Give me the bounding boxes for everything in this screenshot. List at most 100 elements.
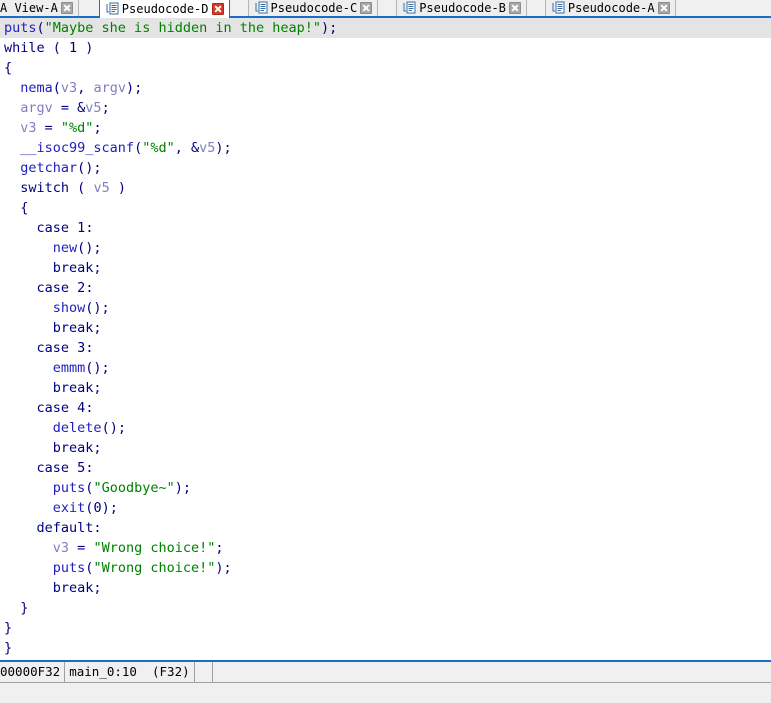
- code-token-pun: [4, 220, 37, 236]
- code-line[interactable]: break;: [0, 258, 771, 278]
- code-token-var: v3: [20, 120, 37, 136]
- code-token-str: "Maybe she is hidden in the heap!": [44, 20, 321, 36]
- code-token-pun: [4, 480, 53, 496]
- code-line[interactable]: v3 = "Wrong choice!";: [0, 538, 771, 558]
- code-line[interactable]: puts("Wrong choice!");: [0, 558, 771, 578]
- document-icon: [106, 2, 119, 15]
- status-bar: 00000F32 main_0:10 (F32): [0, 660, 771, 703]
- code-line[interactable]: while ( 1 ): [0, 38, 771, 58]
- code-line[interactable]: switch ( v5 ): [0, 178, 771, 198]
- code-line[interactable]: new();: [0, 238, 771, 258]
- code-token-pun: (: [44, 40, 70, 56]
- code-token-pun: =: [36, 120, 61, 136]
- code-token-pun: :: [85, 280, 94, 296]
- code-line[interactable]: default:: [0, 518, 771, 538]
- close-icon[interactable]: [211, 2, 224, 15]
- code-token-pun: ();: [85, 300, 110, 316]
- code-token-pun: :: [93, 520, 102, 536]
- code-token-pun: );: [215, 560, 232, 576]
- code-line[interactable]: delete();: [0, 418, 771, 438]
- code-token-pun: ): [77, 40, 94, 56]
- code-token-pun: );: [174, 480, 191, 496]
- code-line[interactable]: {: [0, 58, 771, 78]
- code-token-pun: [4, 320, 53, 336]
- code-line[interactable]: getchar();: [0, 158, 771, 178]
- document-icon: [552, 1, 565, 14]
- code-token-kw: case: [36, 400, 70, 416]
- tab-pseudocode-d[interactable]: Pseudocode-D: [98, 0, 230, 18]
- status-divider: [0, 682, 771, 683]
- code-token-pun: [4, 340, 37, 356]
- code-token-pun: , &: [174, 140, 200, 156]
- code-token-pun: [4, 240, 53, 256]
- code-line[interactable]: puts("Goodbye~");: [0, 478, 771, 498]
- code-token-pun: :: [85, 220, 94, 236]
- code-line[interactable]: v3 = "%d";: [0, 118, 771, 138]
- code-token-pun: :: [85, 460, 94, 476]
- code-line[interactable]: break;: [0, 378, 771, 398]
- tab-label: Pseudocode-C: [270, 0, 358, 15]
- status-cell-empty-2: [213, 662, 231, 682]
- code-line[interactable]: }: [0, 618, 771, 638]
- code-token-pun: ;: [93, 260, 102, 276]
- close-icon[interactable]: [360, 1, 373, 14]
- code-token-pun: [69, 280, 77, 296]
- code-line[interactable]: break;: [0, 318, 771, 338]
- code-line[interactable]: case 3:: [0, 338, 771, 358]
- code-token-pun: ();: [101, 420, 126, 436]
- code-token-var: v3: [52, 540, 70, 556]
- code-line[interactable]: show();: [0, 298, 771, 318]
- code-token-pun: }: [4, 620, 13, 636]
- code-token-pun: = &: [52, 100, 86, 116]
- tab-pseudocode-b[interactable]: Pseudocode-B: [396, 0, 527, 16]
- code-token-str: "Wrong choice!": [93, 560, 216, 576]
- close-icon[interactable]: [60, 1, 73, 14]
- code-line[interactable]: break;: [0, 438, 771, 458]
- code-token-kw: break: [52, 440, 94, 456]
- code-line[interactable]: break;: [0, 578, 771, 598]
- code-token-pun: (: [69, 180, 94, 196]
- code-token-fn: emmm: [52, 360, 86, 376]
- code-line[interactable]: case 1:: [0, 218, 771, 238]
- code-line[interactable]: {: [0, 198, 771, 218]
- close-icon[interactable]: [657, 1, 670, 14]
- code-line[interactable]: exit(0);: [0, 498, 771, 518]
- status-address: 00000F32: [0, 662, 66, 682]
- code-line[interactable]: }: [0, 598, 771, 618]
- code-line[interactable]: case 5:: [0, 458, 771, 478]
- close-icon[interactable]: [508, 1, 521, 14]
- code-token-var: argv: [93, 80, 126, 96]
- pseudocode-editor[interactable]: puts("Maybe she is hidden in the heap!")…: [0, 18, 771, 660]
- code-line[interactable]: emmm();: [0, 358, 771, 378]
- code-line[interactable]: case 4:: [0, 398, 771, 418]
- code-token-pun: ;: [101, 100, 110, 116]
- code-token-fn: __isoc99_scanf: [20, 140, 135, 156]
- code-token-kw: default: [36, 520, 94, 536]
- code-line[interactable]: nema(v3, argv);: [0, 78, 771, 98]
- code-token-pun: ;: [93, 580, 102, 596]
- tab-pseudocode-a[interactable]: Pseudocode-A: [544, 0, 676, 16]
- code-token-pun: }: [4, 640, 13, 656]
- code-token-pun: [4, 580, 53, 596]
- tab-pseudocode-c[interactable]: Pseudocode-C: [247, 0, 379, 16]
- code-token-pun: [69, 400, 77, 416]
- code-line[interactable]: }: [0, 638, 771, 658]
- tab-label: Pseudocode-B: [419, 0, 506, 15]
- tab-a-view-a[interactable]: A View-A: [0, 0, 79, 16]
- code-token-pun: [4, 400, 37, 416]
- code-line[interactable]: __isoc99_scanf("%d", &v5);: [0, 138, 771, 158]
- code-token-pun: [4, 120, 20, 136]
- tab-label: Pseudocode-A: [567, 0, 655, 15]
- code-token-pun: [4, 420, 53, 436]
- code-line[interactable]: puts("Maybe she is hidden in the heap!")…: [0, 18, 771, 38]
- code-line[interactable]: case 2:: [0, 278, 771, 298]
- code-token-pun: ;: [93, 380, 102, 396]
- code-token-pun: [4, 500, 53, 516]
- code-line[interactable]: argv = &v5;: [0, 98, 771, 118]
- code-token-pun: );: [101, 500, 118, 516]
- code-token-pun: [4, 540, 53, 556]
- code-token-pun: {: [4, 200, 29, 216]
- tab-bar: A View-A Pseudocode-D Pseudocode-C Pseudoco…: [0, 0, 771, 18]
- code-token-pun: [69, 460, 77, 476]
- tab-label: A View-A: [0, 0, 58, 15]
